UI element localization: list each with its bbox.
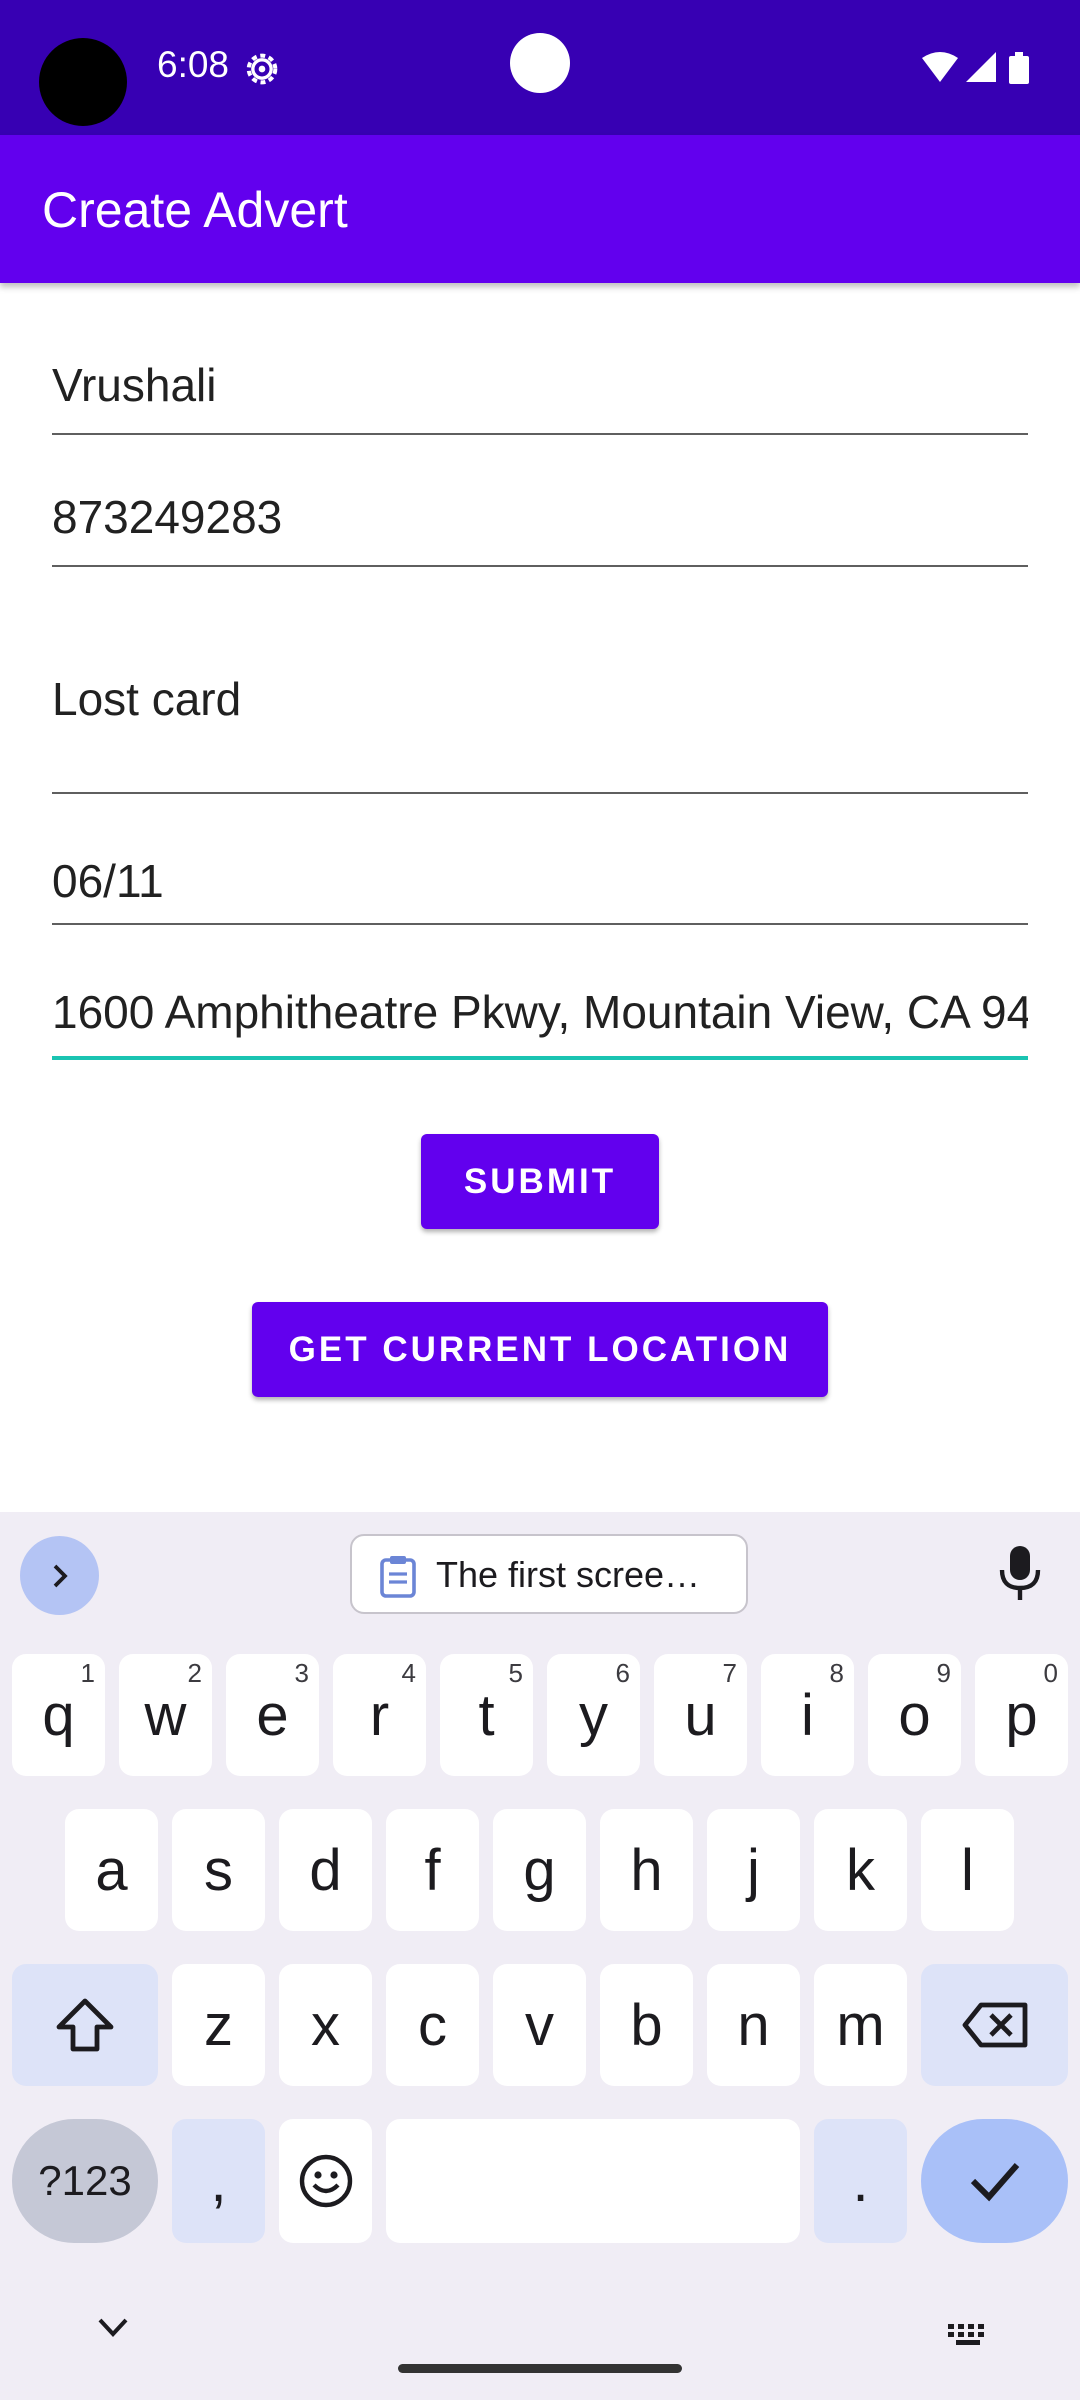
- key-t[interactable]: t5: [440, 1654, 533, 1776]
- key-f[interactable]: f: [386, 1809, 479, 1931]
- wifi-icon: [922, 52, 958, 82]
- key-h[interactable]: h: [600, 1809, 693, 1931]
- microphone-icon[interactable]: [998, 1544, 1042, 1602]
- shift-key[interactable]: [12, 1964, 158, 2086]
- status-icons: [920, 50, 1032, 86]
- key-s[interactable]: s: [172, 1809, 265, 1931]
- key-g[interactable]: g: [493, 1809, 586, 1931]
- status-time: 6:08: [157, 44, 230, 85]
- backspace-key[interactable]: [921, 1964, 1068, 2086]
- name-field-value: Vrushali: [52, 359, 217, 411]
- on-screen-keyboard: The first scree… q1 w2 e3 r4 t5 y6 u7 i8…: [0, 1512, 1080, 2400]
- key-l[interactable]: l: [921, 1809, 1014, 1931]
- phone-field-value: 873249283: [52, 491, 283, 543]
- description-field[interactable]: Lost card: [52, 612, 1028, 794]
- keyboard-expand-button[interactable]: [20, 1536, 99, 1615]
- key-r[interactable]: r4: [333, 1654, 426, 1776]
- home-gesture-bar[interactable]: [398, 2364, 682, 2373]
- key-j[interactable]: j: [707, 1809, 800, 1931]
- backspace-icon: [962, 2002, 1027, 2048]
- symbols-key[interactable]: ?123: [12, 2119, 158, 2243]
- date-field[interactable]: 06/11: [52, 854, 1028, 925]
- description-field-value: Lost card: [52, 673, 242, 725]
- key-u[interactable]: u7: [654, 1654, 747, 1776]
- page-title: Create Advert: [42, 182, 348, 238]
- battery-icon: [1009, 52, 1029, 84]
- checkmark-icon: [970, 2163, 1019, 2202]
- key-q[interactable]: q1: [12, 1654, 105, 1776]
- phone-field[interactable]: 873249283: [52, 490, 1028, 567]
- clipboard-suggestion[interactable]: The first scree…: [350, 1534, 748, 1614]
- settings-gear-icon: [246, 53, 278, 85]
- key-e[interactable]: e3: [226, 1654, 319, 1776]
- hide-keyboard-chevron-icon[interactable]: [96, 2316, 130, 2338]
- status-bar: 6:08: [0, 0, 1080, 135]
- key-i[interactable]: i8: [761, 1654, 854, 1776]
- notification-dot: [510, 33, 570, 93]
- key-w[interactable]: w2: [119, 1654, 212, 1776]
- key-d[interactable]: d: [279, 1809, 372, 1931]
- emoji-icon: [299, 2154, 352, 2208]
- front-camera: [39, 38, 127, 126]
- key-m[interactable]: m: [814, 1964, 907, 2086]
- date-field-value: 06/11: [52, 855, 164, 907]
- key-v[interactable]: v: [493, 1964, 586, 2086]
- space-key[interactable]: [386, 2119, 800, 2243]
- done-key[interactable]: [921, 2119, 1068, 2243]
- key-c[interactable]: c: [386, 1964, 479, 2086]
- comma-key[interactable]: ,: [172, 2119, 265, 2243]
- key-p[interactable]: p0: [975, 1654, 1068, 1776]
- key-o[interactable]: o9: [868, 1654, 961, 1776]
- location-field[interactable]: 1600 Amphitheatre Pkwy, Mountain View, C…: [52, 985, 1028, 1060]
- name-field[interactable]: Vrushali: [52, 358, 1028, 435]
- clipboard-text: The first scree…: [436, 1554, 701, 1595]
- key-k[interactable]: k: [814, 1809, 907, 1931]
- shift-icon: [56, 1998, 114, 2052]
- keyboard-switch-icon[interactable]: [946, 2322, 990, 2346]
- key-z[interactable]: z: [172, 1964, 265, 2086]
- app-bar: Create Advert: [0, 135, 1080, 283]
- key-x[interactable]: x: [279, 1964, 372, 2086]
- chevron-right-icon: [53, 1564, 68, 1587]
- period-key[interactable]: .: [814, 2119, 907, 2243]
- key-y[interactable]: y6: [547, 1654, 640, 1776]
- submit-button[interactable]: SUBMIT: [421, 1134, 659, 1229]
- signal-icon: [966, 52, 996, 82]
- get-current-location-button[interactable]: GET CURRENT LOCATION: [252, 1302, 828, 1397]
- key-b[interactable]: b: [600, 1964, 693, 2086]
- clipboard-icon: [380, 1556, 416, 1598]
- location-field-value: 1600 Amphitheatre Pkwy, Mountain View, C…: [52, 986, 1028, 1038]
- key-n[interactable]: n: [707, 1964, 800, 2086]
- emoji-key[interactable]: [279, 2119, 372, 2243]
- key-a[interactable]: a: [65, 1809, 158, 1931]
